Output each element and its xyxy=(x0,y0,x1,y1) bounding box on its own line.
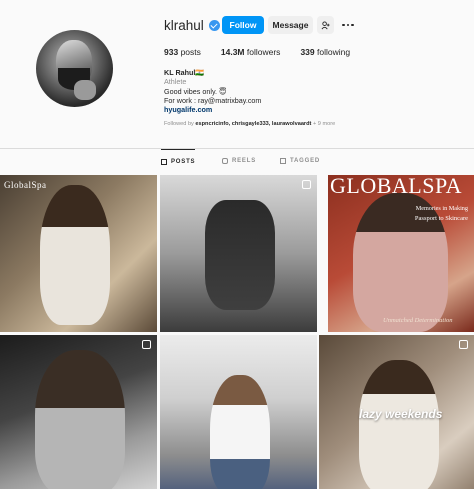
tab-reels[interactable]: REELS xyxy=(222,149,256,173)
carousel-icon xyxy=(459,340,468,349)
message-button[interactable]: Message xyxy=(268,16,313,34)
followed-by-names: espncricinfo, chrisgayle333, laurawolvaa… xyxy=(195,121,312,127)
avatar-hand xyxy=(74,80,96,100)
profile-stats: 933 posts 14.3M followers 339 following xyxy=(164,47,370,57)
followed-by-more: + 9 more xyxy=(312,121,336,127)
profile-bio: KL Rahul🇮🇳 Athlete Good vibes only. 😇 Fo… xyxy=(164,68,414,114)
add-user-icon xyxy=(321,20,330,29)
post-overlay-text: lazy weekends xyxy=(359,407,443,421)
follow-button[interactable]: Follow xyxy=(222,16,264,34)
carousel-icon xyxy=(302,180,311,189)
post-tile-2[interactable] xyxy=(160,175,317,332)
post-photo xyxy=(359,360,439,489)
post-caption-2: Passport to Skincare xyxy=(414,215,468,222)
tab-posts[interactable]: POSTS xyxy=(161,149,196,173)
bio-line-2: For work : ray@matrixbay.com xyxy=(164,95,262,105)
post-photo xyxy=(353,193,448,332)
posts-count: 933 posts xyxy=(164,47,201,57)
followers-count[interactable]: 14.3M followers xyxy=(221,47,281,57)
tag-icon xyxy=(280,158,286,164)
more-options-button[interactable] xyxy=(340,16,356,34)
suggested-users-button[interactable] xyxy=(317,16,334,34)
verified-badge-icon xyxy=(208,19,220,31)
display-name: KL Rahul🇮🇳 xyxy=(164,68,205,77)
tab-tagged[interactable]: TAGGED xyxy=(280,149,320,173)
post-tile-5[interactable] xyxy=(160,335,317,489)
post-caption-1: Memories in Making xyxy=(415,205,468,212)
post-photo xyxy=(35,350,125,489)
post-tile-3[interactable]: GLOBALSPA Memories in Making Passport to… xyxy=(328,175,474,332)
post-tile-4[interactable] xyxy=(0,335,157,489)
grid-icon xyxy=(161,158,167,165)
post-script-text: Unmatched Determination xyxy=(383,317,453,324)
followed-by[interactable]: Followed by espncricinfo, chrisgayle333,… xyxy=(164,121,335,127)
profile-category: Athlete xyxy=(164,77,187,87)
post-brand-text: GlobalSpa xyxy=(4,180,47,190)
username: klrahul xyxy=(164,17,204,33)
post-photo xyxy=(210,375,270,489)
username-row: klrahul xyxy=(164,16,220,34)
profile-tabs: POSTS REELS TAGGED xyxy=(0,149,474,173)
bio-link[interactable]: hyugalife.com xyxy=(164,105,414,114)
post-tile-6[interactable]: lazy weekends xyxy=(319,335,474,489)
post-photo xyxy=(40,185,110,325)
post-brand-text: GLOBALSPA xyxy=(330,175,463,198)
profile-avatar[interactable] xyxy=(36,30,113,107)
carousel-icon xyxy=(142,340,151,349)
post-tile-1[interactable]: GlobalSpa xyxy=(0,175,157,332)
reels-icon xyxy=(222,158,228,164)
post-photo xyxy=(205,200,275,310)
profile-header: klrahul Follow Message 933 posts 14.3M f… xyxy=(0,0,474,150)
more-dots-icon xyxy=(342,23,345,27)
bio-line-1: Good vibes only. 😇 xyxy=(164,86,227,96)
following-count[interactable]: 339 following xyxy=(300,47,350,57)
